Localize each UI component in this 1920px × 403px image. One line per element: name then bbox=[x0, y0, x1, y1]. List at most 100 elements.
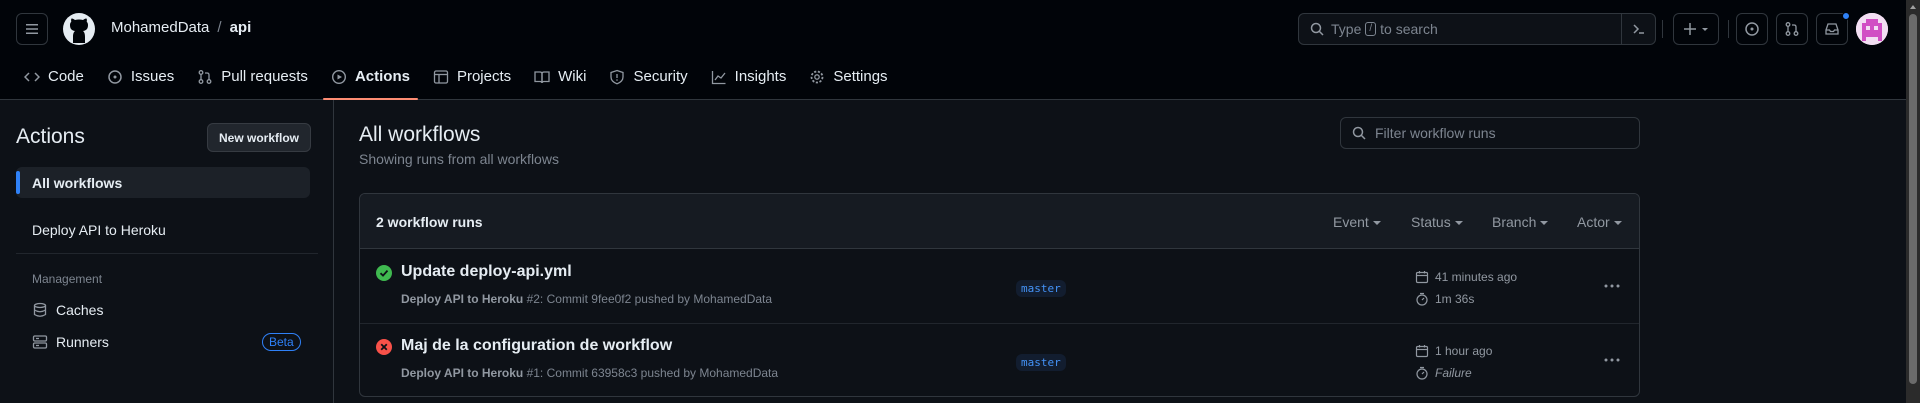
breadcrumb-separator: / bbox=[217, 19, 222, 36]
tab-label: Pull requests bbox=[221, 68, 308, 85]
run-duration: Failure bbox=[1415, 366, 1472, 380]
header-divider bbox=[1728, 20, 1729, 38]
run-detail: #1: Commit 63958c3 pushed by MohamedData bbox=[523, 366, 779, 380]
dropdown-label: Actor bbox=[1577, 214, 1610, 230]
stopwatch-icon bbox=[1416, 292, 1428, 306]
menu-button[interactable] bbox=[16, 13, 48, 45]
plus-icon bbox=[1684, 23, 1708, 35]
run-meta: Deploy API to Heroku #2: Commit 9fee0f2 … bbox=[401, 292, 772, 306]
scroll-up-arrow-icon[interactable] bbox=[1910, 5, 1916, 9]
tab-code[interactable]: Code bbox=[16, 60, 92, 93]
issue-icon bbox=[1745, 22, 1759, 36]
caret-down-icon bbox=[1540, 221, 1549, 225]
command-palette-button[interactable] bbox=[1621, 14, 1655, 44]
tab-settings[interactable]: Settings bbox=[801, 60, 895, 93]
gear-icon bbox=[810, 70, 824, 83]
dropdown-label: Event bbox=[1333, 214, 1369, 230]
sidebar-divider bbox=[16, 253, 318, 254]
run-detail: #2: Commit 9fee0f2 pushed by MohamedData bbox=[523, 292, 773, 306]
event-filter-dropdown[interactable]: Event bbox=[1333, 214, 1381, 230]
create-new-button[interactable] bbox=[1673, 13, 1719, 45]
caret-down-icon bbox=[1613, 221, 1622, 225]
kebab-menu-icon[interactable] bbox=[1603, 351, 1621, 369]
tab-projects[interactable]: Projects bbox=[425, 60, 519, 93]
run-timestamp: 41 minutes ago bbox=[1415, 270, 1517, 284]
new-workflow-button[interactable]: New workflow bbox=[207, 123, 311, 152]
notification-dot bbox=[1842, 12, 1850, 20]
terminal-icon bbox=[1632, 24, 1644, 34]
sidebar-item-all-workflows[interactable]: All workflows bbox=[16, 167, 310, 198]
kebab-menu-icon[interactable] bbox=[1603, 277, 1621, 295]
run-title-link[interactable]: Maj de la configuration de workflow bbox=[401, 337, 672, 355]
github-logo-icon[interactable] bbox=[62, 12, 96, 46]
tab-label: Settings bbox=[833, 68, 888, 85]
shield-icon bbox=[610, 69, 625, 84]
search-icon bbox=[1310, 22, 1324, 36]
sidebar-item-label: Caches bbox=[56, 302, 104, 318]
tab-security[interactable]: Security bbox=[601, 60, 695, 93]
runs-count: 2 workflow runs bbox=[376, 214, 483, 230]
calendar-icon bbox=[1415, 345, 1429, 358]
tab-label: Wiki bbox=[558, 68, 587, 85]
filter-placeholder: Filter workflow runs bbox=[1375, 125, 1496, 141]
sidebar-item-deploy-api[interactable]: Deploy API to Heroku bbox=[32, 222, 166, 238]
pull-request-icon bbox=[198, 69, 212, 84]
code-icon bbox=[24, 71, 40, 82]
tab-issues[interactable]: Issues bbox=[99, 60, 182, 93]
search-placeholder-suffix: to search bbox=[1380, 21, 1438, 37]
tab-label: Insights bbox=[734, 68, 787, 85]
calendar-icon bbox=[1415, 271, 1429, 284]
tab-wiki[interactable]: Wiki bbox=[526, 60, 594, 93]
actor-filter-dropdown[interactable]: Actor bbox=[1577, 214, 1622, 230]
hamburger-icon bbox=[26, 24, 38, 34]
tab-pull-requests[interactable]: Pull requests bbox=[189, 60, 316, 93]
pull-requests-button[interactable] bbox=[1776, 13, 1808, 45]
filter-workflow-runs-input[interactable]: Filter workflow runs bbox=[1340, 117, 1640, 149]
branch-filter-dropdown[interactable]: Branch bbox=[1492, 214, 1549, 230]
dropdown-label: Branch bbox=[1492, 214, 1537, 230]
avatar[interactable] bbox=[1856, 13, 1888, 45]
table-icon bbox=[433, 69, 449, 84]
search-icon bbox=[1352, 126, 1366, 140]
header-divider bbox=[1662, 20, 1663, 38]
workflow-run-row[interactable]: Maj de la configuration de workflow Depl… bbox=[360, 324, 1639, 396]
workflow-run-row[interactable]: Update deploy-api.yml Deploy API to Hero… bbox=[360, 250, 1639, 324]
graph-icon bbox=[711, 70, 726, 84]
tab-insights[interactable]: Insights bbox=[703, 60, 795, 93]
issues-button[interactable] bbox=[1736, 13, 1768, 45]
actions-sidebar: Actions New workflow All workflows Deplo… bbox=[0, 100, 334, 403]
branch-label[interactable]: master bbox=[1016, 354, 1066, 371]
top-header: MohamedData / api Type / to search Code … bbox=[0, 0, 1906, 100]
management-heading: Management bbox=[32, 272, 103, 286]
caret-down-icon bbox=[1372, 221, 1381, 225]
tab-actions[interactable]: Actions bbox=[322, 60, 418, 100]
sidebar-item-runners[interactable]: Runners bbox=[32, 334, 109, 350]
run-duration-value: 1m 36s bbox=[1435, 292, 1475, 306]
server-icon bbox=[32, 335, 48, 349]
sidebar-item-caches[interactable]: Caches bbox=[32, 302, 103, 318]
repo-nav: Code Issues Pull requests Actions Projec… bbox=[16, 60, 903, 100]
stopwatch-icon bbox=[1416, 366, 1428, 380]
run-time-ago: 1 hour ago bbox=[1435, 344, 1493, 358]
owner-link[interactable]: MohamedData bbox=[111, 19, 209, 36]
scrollbar-thumb[interactable] bbox=[1909, 14, 1917, 384]
tab-label: Security bbox=[633, 68, 688, 85]
runs-list-header: 2 workflow runs Event Status Branch Acto… bbox=[360, 194, 1639, 249]
page-title: All workflows bbox=[359, 123, 481, 146]
search-shortcut-key: / bbox=[1365, 22, 1377, 36]
branch-label[interactable]: master bbox=[1016, 280, 1066, 297]
run-duration-value: Failure bbox=[1435, 366, 1472, 380]
sidebar-item-label: Runners bbox=[56, 334, 109, 350]
repo-link[interactable]: api bbox=[230, 19, 252, 36]
caret-down-icon bbox=[1454, 221, 1463, 225]
vertical-scrollbar[interactable] bbox=[1906, 0, 1920, 403]
play-icon bbox=[331, 69, 346, 84]
dropdown-label: Status bbox=[1411, 214, 1451, 230]
tab-label: Issues bbox=[130, 68, 175, 85]
run-title-link[interactable]: Update deploy-api.yml bbox=[401, 263, 572, 281]
status-filter-dropdown[interactable]: Status bbox=[1411, 214, 1463, 230]
run-workflow-name: Deploy API to Heroku bbox=[401, 366, 524, 380]
beta-badge: Beta bbox=[262, 333, 301, 351]
search-input[interactable]: Type / to search bbox=[1298, 13, 1656, 45]
run-meta: Deploy API to Heroku #1: Commit 63958c3 … bbox=[401, 366, 778, 380]
